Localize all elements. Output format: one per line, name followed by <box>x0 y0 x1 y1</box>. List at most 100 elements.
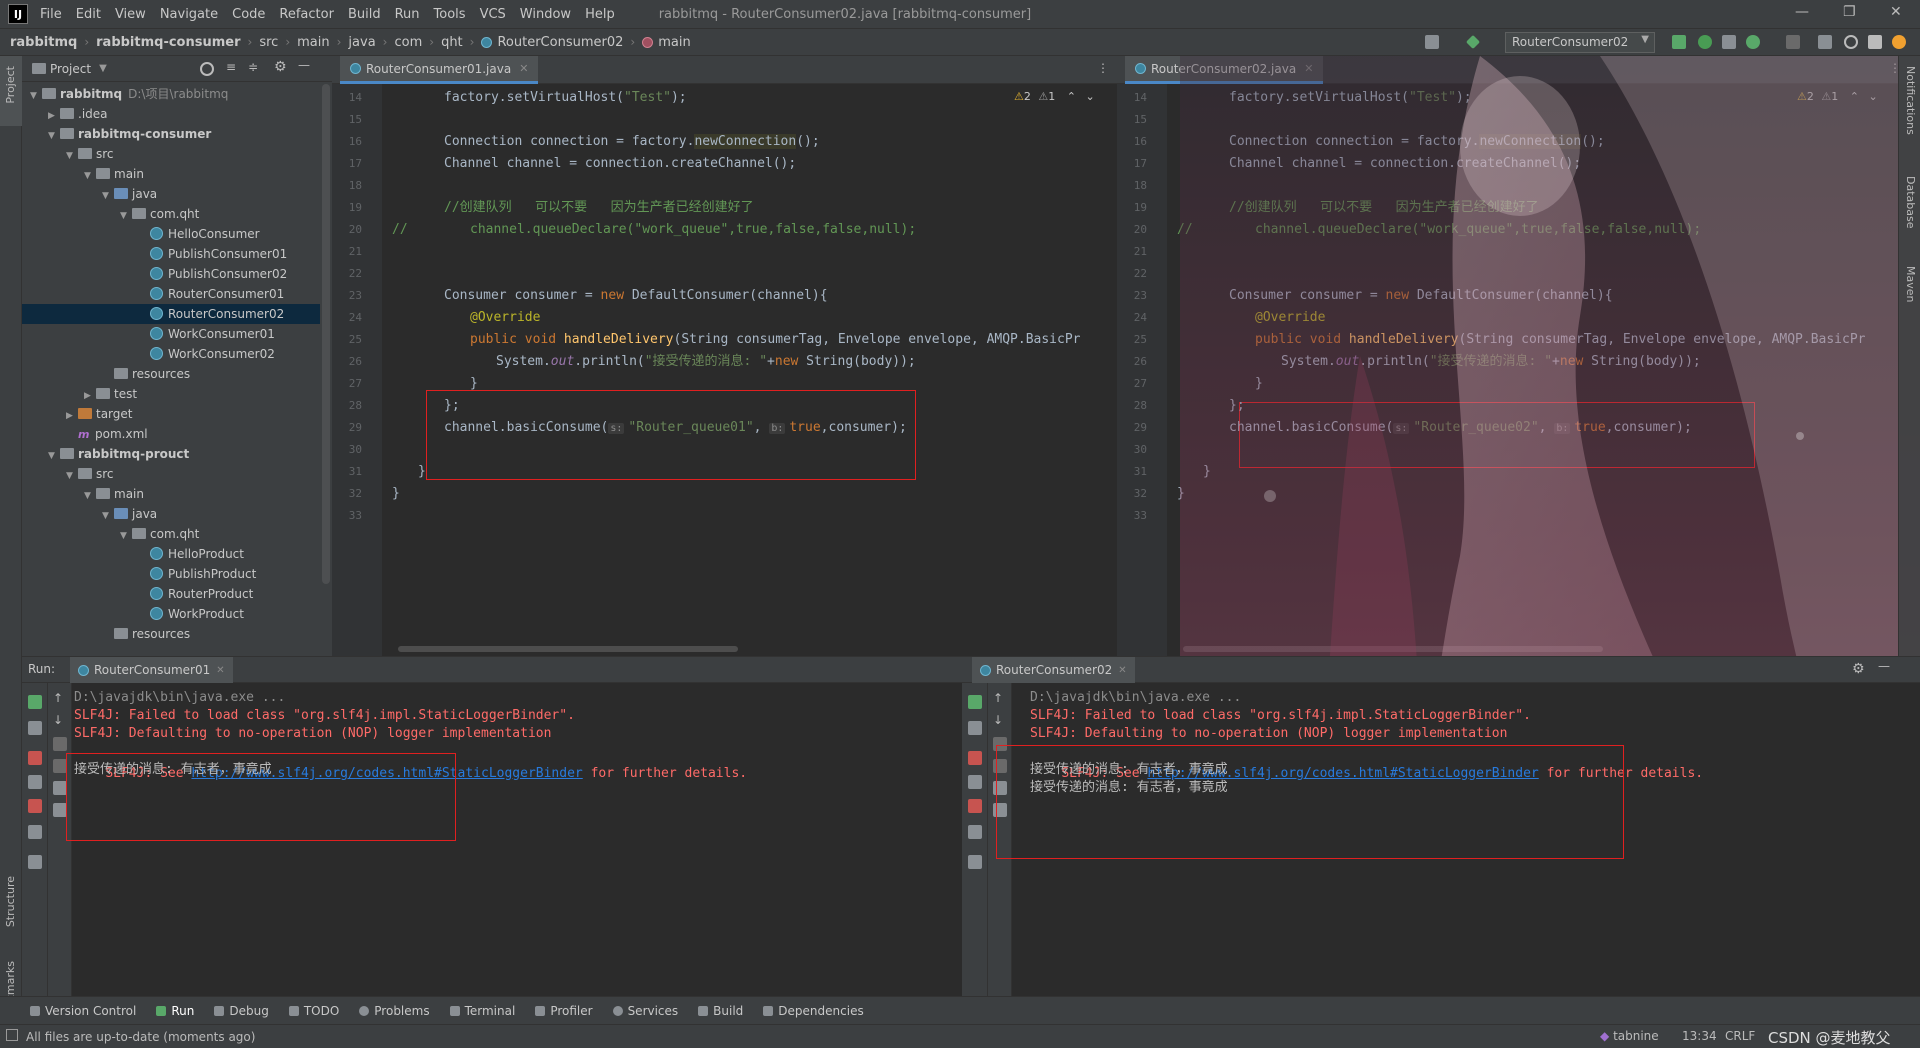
stop-icon[interactable] <box>28 751 42 765</box>
collapse-all-icon[interactable]: ≑ <box>248 60 258 74</box>
tree-item[interactable]: ▼ src <box>22 464 320 484</box>
chevron-down-icon[interactable]: ⌄ <box>1868 90 1877 103</box>
close-tab-icon[interactable]: ✕ <box>519 62 528 75</box>
chevron-down-icon[interactable]: ▼ <box>102 186 114 206</box>
tab-dependencies[interactable]: Dependencies <box>763 1004 864 1018</box>
code-line[interactable]: Consumer consumer = new DefaultConsumer(… <box>1229 285 1613 307</box>
structure-tool-label[interactable]: Structure <box>4 876 17 927</box>
tree-item[interactable]: PublishConsumer02 <box>22 264 320 284</box>
menu-file[interactable]: File <box>40 7 62 22</box>
search-icon[interactable] <box>1844 35 1858 49</box>
settings-icon[interactable] <box>1868 35 1882 49</box>
more-icon[interactable]: ⋮ <box>1097 61 1109 75</box>
hide-icon[interactable]: — <box>1878 659 1890 673</box>
translate-icon[interactable] <box>1818 35 1832 49</box>
menu-run[interactable]: Run <box>395 7 420 22</box>
wrench-icon[interactable] <box>968 721 982 735</box>
chevron-down-icon[interactable]: ▼ <box>48 126 60 146</box>
breadcrumb-java[interactable]: java <box>348 35 375 50</box>
code-line[interactable]: Connection connection = factory.newConne… <box>444 131 820 153</box>
code-line[interactable]: // <box>1177 219 1193 241</box>
code-line[interactable]: Consumer consumer = new DefaultConsumer(… <box>444 285 828 307</box>
rerun-icon[interactable] <box>1672 35 1686 49</box>
run-tab-routerconsumer01[interactable]: RouterConsumer01 ✕ <box>70 657 233 683</box>
code-line[interactable]: Connection connection = factory.newConne… <box>1229 131 1605 153</box>
code-line[interactable]: factory.setVirtualHost("Test"); <box>444 87 687 109</box>
code-line[interactable]: channel.basicConsume(s: "Router_queue02",… <box>1229 417 1692 439</box>
notifications-tool-label[interactable]: Notifications <box>1904 66 1917 135</box>
trash-icon[interactable] <box>53 803 67 817</box>
update-icon[interactable] <box>1892 35 1906 49</box>
up-arrow-icon[interactable]: ↑ <box>993 691 1007 705</box>
exit-icon[interactable] <box>968 799 982 813</box>
tab-services[interactable]: Services <box>612 1004 678 1018</box>
tree-item[interactable]: ▶ test <box>22 384 320 404</box>
tree-item[interactable]: m pom.xml <box>22 424 320 444</box>
menu-code[interactable]: Code <box>232 7 265 22</box>
tree-item[interactable]: resources <box>22 624 320 644</box>
tree-item[interactable]: ▼ rabbitmq-consumer <box>22 124 320 144</box>
restore-icon[interactable]: ❐ <box>1843 4 1856 20</box>
rerun-icon[interactable] <box>28 695 42 709</box>
tree-item[interactable]: WorkConsumer01 <box>22 324 320 344</box>
tree-item[interactable]: RouterConsumer01 <box>22 284 320 304</box>
close-tab-icon[interactable]: ✕ <box>1304 62 1313 75</box>
close-tab-icon[interactable]: ✕ <box>1118 665 1126 676</box>
tree-item[interactable]: HelloProduct <box>22 544 320 564</box>
tree-item[interactable]: ▶ target <box>22 404 320 424</box>
tab-run[interactable]: Run <box>156 1004 194 1018</box>
menu-refactor[interactable]: Refactor <box>279 7 334 22</box>
tree-item[interactable]: RouterProduct <box>22 584 320 604</box>
run-configuration-select[interactable]: RouterConsumer02 ▼ <box>1505 32 1655 53</box>
code-line[interactable]: channel.queueDeclare("work_queue",true,f… <box>1255 219 1701 241</box>
rerun-icon[interactable] <box>968 695 982 709</box>
breadcrumb-module[interactable]: rabbitmq-consumer <box>96 35 240 50</box>
warnings-indicator[interactable]: ⚠2 ⚠1 ⌃ ⌄ <box>1014 90 1095 103</box>
menu-build[interactable]: Build <box>348 7 381 22</box>
tree-item[interactable]: WorkProduct <box>22 604 320 624</box>
database-tool-label[interactable]: Database <box>1904 176 1917 229</box>
menu-vcs[interactable]: VCS <box>480 7 506 22</box>
up-arrow-icon[interactable]: ↑ <box>53 691 67 705</box>
scroll-end-icon[interactable] <box>53 759 67 773</box>
layout-icon[interactable] <box>28 825 42 839</box>
close-icon[interactable]: ✕ <box>1890 4 1902 20</box>
tab-todo[interactable]: TODO <box>288 1004 339 1018</box>
tree-item[interactable]: PublishConsumer01 <box>22 244 320 264</box>
tree-item[interactable]: WorkConsumer02 <box>22 344 320 364</box>
chevron-down-icon[interactable]: ⌄ <box>1085 90 1094 103</box>
tab-version-control[interactable]: Version Control <box>30 1004 136 1018</box>
tree-item[interactable]: ▼ com.qht <box>22 524 320 544</box>
tab-routerconsumer01[interactable]: RouterConsumer01.java ✕ <box>340 56 539 84</box>
line-separator[interactable]: CRLF <box>1725 1029 1755 1043</box>
breadcrumb-com[interactable]: com <box>394 35 422 50</box>
profile-icon[interactable] <box>1746 35 1760 49</box>
chevron-down-icon[interactable]: ▼ <box>66 466 78 486</box>
code-line[interactable]: public void handleDelivery(String consum… <box>470 329 1081 351</box>
minimize-icon[interactable]: — <box>1795 4 1809 20</box>
caret-position[interactable]: 13:34 <box>1682 1029 1717 1043</box>
tree-item[interactable]: PublishProduct <box>22 564 320 584</box>
debug-icon[interactable] <box>1698 35 1712 49</box>
chevron-up-icon[interactable]: ⌃ <box>1067 90 1076 103</box>
run-tab-routerconsumer02[interactable]: RouterConsumer02 ✕ <box>972 657 1135 683</box>
soft-wrap-icon[interactable] <box>53 737 67 751</box>
chevron-down-icon[interactable]: ▼ <box>120 206 132 226</box>
stop-icon[interactable] <box>1786 35 1800 49</box>
breadcrumb-class[interactable]: RouterConsumer02 <box>497 35 623 50</box>
code-line[interactable]: channel.queueDeclare("work_queue",true,f… <box>470 219 916 241</box>
menu-window[interactable]: Window <box>520 7 571 22</box>
chevron-down-icon[interactable]: ▼ <box>84 486 96 506</box>
code-line[interactable]: System.out.println("接受传递的消息: "+new Strin… <box>496 351 916 373</box>
chevron-down-icon[interactable]: ▼ <box>120 526 132 546</box>
chevron-up-icon[interactable]: ⌃ <box>1850 90 1859 103</box>
locate-icon[interactable] <box>200 62 214 76</box>
tree-item[interactable]: ▼ java <box>22 504 320 524</box>
pin-icon[interactable] <box>968 855 982 869</box>
chevron-right-icon[interactable]: ▶ <box>66 406 78 426</box>
tree-item[interactable]: ▼ main <box>22 164 320 184</box>
code-line[interactable]: } <box>392 483 400 505</box>
code-line[interactable]: }; <box>444 395 460 417</box>
code-line[interactable]: channel.basicConsume(s: "Router_queue01",… <box>444 417 907 439</box>
code-line[interactable]: //创建队列 可以不要 因为生产者已经创建好了 <box>1229 197 1539 219</box>
